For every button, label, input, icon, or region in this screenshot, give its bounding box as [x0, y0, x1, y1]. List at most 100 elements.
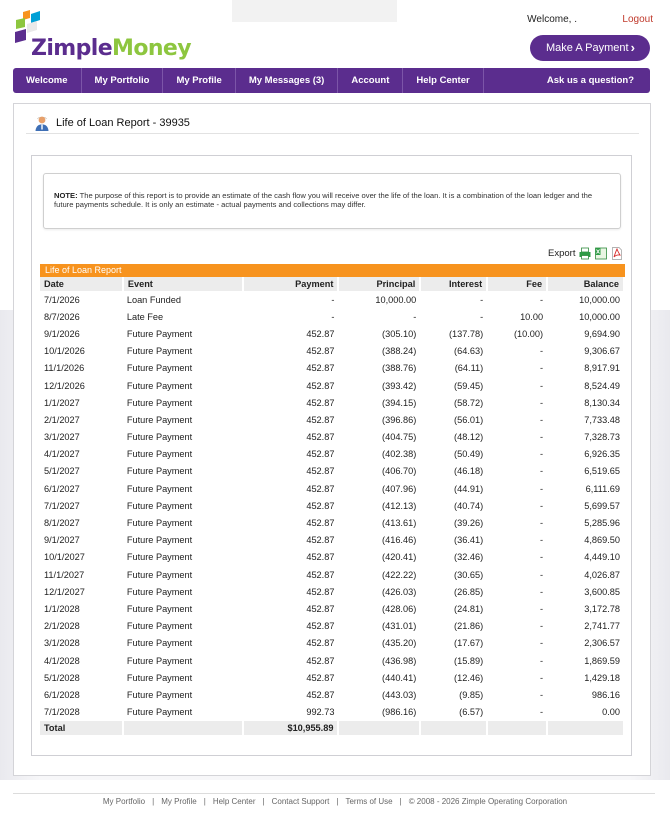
cell-balance: 8,917.91	[584, 363, 620, 374]
cell-balance: 4,869.50	[584, 535, 620, 546]
cell-event: Late Fee	[126, 311, 164, 322]
table-row: 11/1/2027 Future Payment 452.87 (422.22) (30…	[40, 566, 624, 583]
cell-event: Future Payment	[126, 483, 193, 494]
cell-date: 12/1/2027	[44, 586, 85, 597]
make-payment-button[interactable]: Make A Payment ›	[530, 35, 650, 61]
nav-item-account[interactable]: Account	[338, 68, 404, 93]
footer-link-help-center[interactable]: Help Center	[213, 797, 256, 806]
nav-item-my-messages[interactable]: My Messages (3)	[236, 68, 339, 93]
footer-link-terms-of-use[interactable]: Terms of Use	[345, 797, 392, 806]
cell-interest: (137.78)	[448, 328, 484, 339]
cell-payment: 452.87	[306, 689, 335, 700]
nav-item-my-portfolio[interactable]: My Portfolio	[82, 68, 164, 93]
cell-event: Future Payment	[126, 603, 193, 614]
cell-fee: -	[540, 535, 544, 546]
nav-item-my-profile[interactable]: My Profile	[163, 68, 236, 93]
total-interest-cell	[420, 720, 489, 735]
cell-principal: (396.86)	[382, 414, 417, 425]
cell-date: 4/1/2028	[44, 655, 80, 666]
nav-item-welcome[interactable]: Welcome	[13, 68, 82, 93]
zimplemoney-logo[interactable]: ZimpleMoney	[13, 10, 192, 62]
cell-date: 5/1/2027	[44, 466, 80, 477]
footer-separator: |	[203, 797, 206, 806]
table-row: 7/1/2027 Future Payment 452.87 (412.13) (40.…	[40, 497, 624, 514]
cell-event: Future Payment	[126, 569, 193, 580]
table-row: 9/1/2027 Future Payment 452.87 (416.46) (36.…	[40, 532, 624, 549]
footer-separator: |	[262, 797, 265, 806]
cell-event: Future Payment	[126, 535, 193, 546]
cell-date: 1/1/2028	[44, 603, 80, 614]
cell-interest: (26.85)	[454, 586, 484, 597]
footer-separator: |	[399, 797, 402, 806]
cell-balance: 0.00	[602, 707, 620, 718]
cell-principal: (305.10)	[382, 328, 417, 339]
cell-event: Future Payment	[126, 380, 193, 391]
table-body: 7/1/2026 Loan Funded - 10,000.00 - - 10,000.00…	[40, 291, 624, 721]
footer-link-my-profile[interactable]: My Profile	[161, 797, 197, 806]
cell-payment: 452.87	[306, 363, 335, 374]
table-row: 2/1/2028 Future Payment 452.87 (431.01) (21.…	[40, 618, 624, 635]
cell-interest: -	[480, 311, 484, 322]
cell-interest: (39.26)	[454, 518, 484, 529]
table-row: 10/1/2027 Future Payment 452.87 (420.41) (32…	[40, 549, 624, 566]
cell-event: Future Payment	[126, 707, 193, 718]
cell-principal: (393.42)	[382, 380, 417, 391]
logout-link[interactable]: Logout	[622, 14, 653, 25]
cell-principal: (404.75)	[382, 432, 417, 443]
cell-fee: -	[540, 518, 544, 529]
cell-balance: 10,000.00	[579, 311, 620, 322]
cell-event: Future Payment	[126, 638, 193, 649]
cell-interest: (9.85)	[459, 689, 484, 700]
cell-payment: 452.87	[306, 518, 335, 529]
cell-principal: (443.03)	[382, 689, 417, 700]
cell-date: 1/1/2027	[44, 397, 80, 408]
footer-link-contact-support[interactable]: Contact Support	[272, 797, 330, 806]
cell-principal: (406.70)	[382, 466, 417, 477]
cell-interest: (32.46)	[454, 552, 484, 563]
cell-principal: 10,000.00	[375, 294, 417, 305]
main-nav: Welcome My Portfolio My Profile My Messa…	[13, 68, 650, 93]
cell-interest: (17.67)	[454, 638, 484, 649]
cell-event: Future Payment	[126, 449, 193, 460]
cell-principal: (420.41)	[382, 552, 417, 563]
cell-payment: 452.87	[306, 328, 335, 339]
chevron-right-icon: ›	[630, 40, 635, 55]
cell-balance: 9,306.67	[584, 346, 620, 357]
cell-date: 10/1/2027	[44, 552, 85, 563]
cell-fee: -	[540, 449, 544, 460]
cell-event: Future Payment	[126, 672, 193, 683]
table-row: 5/1/2028 Future Payment 452.87 (440.41) (12.…	[40, 669, 624, 686]
pdf-icon[interactable]	[611, 246, 623, 260]
cell-balance: 5,285.96	[584, 518, 620, 529]
nav-item-ask-question[interactable]: Ask us a question?	[534, 68, 650, 93]
table-row: 1/1/2027 Future Payment 452.87 (394.15) (58.…	[40, 394, 624, 411]
report-section-header: Life of Loan Report	[40, 264, 625, 277]
cell-event: Future Payment	[126, 621, 193, 632]
cell-fee: -	[540, 569, 544, 580]
cell-date: 5/1/2028	[44, 672, 80, 683]
cell-payment: 452.87	[306, 552, 335, 563]
logo-wordmark: ZimpleMoney	[31, 36, 192, 61]
cell-principal: (440.41)	[382, 672, 417, 683]
cell-interest: (30.65)	[454, 569, 484, 580]
cell-interest: (24.81)	[454, 603, 484, 614]
table-row: 5/1/2027 Future Payment 452.87 (406.70) (46.…	[40, 463, 624, 480]
cell-balance: 9,694.90	[584, 328, 620, 339]
cell-date: 7/1/2027	[44, 500, 80, 511]
cell-payment: 452.87	[306, 449, 335, 460]
nav-item-help-center[interactable]: Help Center	[403, 68, 484, 93]
table-row: 7/1/2028 Future Payment 992.73 (986.16) (6.5…	[40, 704, 624, 721]
note-box: NOTE: The purpose of this report is to p…	[43, 173, 621, 229]
cell-event: Future Payment	[126, 655, 193, 666]
footer-link-my-portfolio[interactable]: My Portfolio	[103, 797, 145, 806]
cell-interest: (15.89)	[454, 655, 484, 666]
cell-principal: (394.15)	[382, 397, 417, 408]
print-icon[interactable]	[579, 247, 591, 260]
note-label: NOTE:	[54, 191, 78, 200]
cell-payment: 992.73	[306, 707, 335, 718]
cell-fee: -	[540, 500, 544, 511]
cell-fee: -	[540, 397, 544, 408]
cell-balance: 7,733.48	[584, 414, 620, 425]
excel-icon[interactable]	[595, 247, 608, 260]
cell-interest: (6.57)	[459, 707, 484, 718]
